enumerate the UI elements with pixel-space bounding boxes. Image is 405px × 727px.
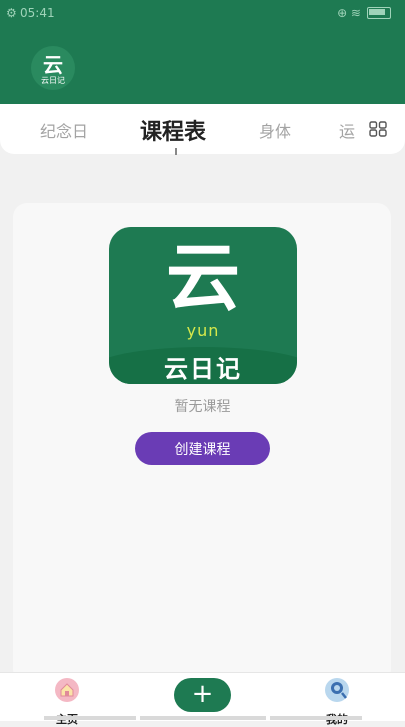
logo-pinyin: yun xyxy=(186,321,220,340)
nav-underline-left xyxy=(44,716,136,720)
status-bar: ⚙ 05:41 ⊕ ≋ xyxy=(0,0,405,26)
profile-icon xyxy=(325,678,349,702)
logo-glyph: 云 xyxy=(43,53,63,77)
app-logo[interactable]: 云 云日记 xyxy=(31,46,75,90)
logo-subtext: 云日记 xyxy=(41,76,65,85)
home-icon xyxy=(55,678,79,702)
network-icon: ⊕ ≋ xyxy=(337,6,361,20)
create-course-button[interactable]: 创建课程 xyxy=(135,432,270,465)
tab-timetable[interactable]: 课程表 xyxy=(140,114,206,146)
settings-status-icon: ⚙ xyxy=(6,6,17,20)
nav-underline-center xyxy=(140,716,266,720)
app-logo-illustration: 云 yun 云日记 xyxy=(109,227,297,384)
tab-exercise[interactable]: 运 xyxy=(339,118,355,142)
tab-anniversary[interactable]: 纪念日 xyxy=(40,118,88,142)
status-time: 05:41 xyxy=(20,6,55,20)
logo-glyph-large: 云 xyxy=(166,235,240,321)
empty-state-text: 暂无课程 xyxy=(174,399,231,415)
grid-menu-icon[interactable] xyxy=(369,121,387,137)
add-button[interactable]: + xyxy=(174,678,231,712)
status-icons: ⊕ ≋ xyxy=(337,6,391,20)
category-tabs: 纪念日 课程表 身体 运 xyxy=(0,104,405,155)
tab-body[interactable]: 身体 xyxy=(259,118,291,142)
battery-icon xyxy=(367,7,391,19)
nav-underline-right xyxy=(270,716,362,720)
active-tab-indicator xyxy=(175,148,177,155)
logo-app-name: 云日记 xyxy=(164,355,242,383)
app-header: ⚙ 05:41 ⊕ ≋ 云 云日记 xyxy=(0,0,405,106)
